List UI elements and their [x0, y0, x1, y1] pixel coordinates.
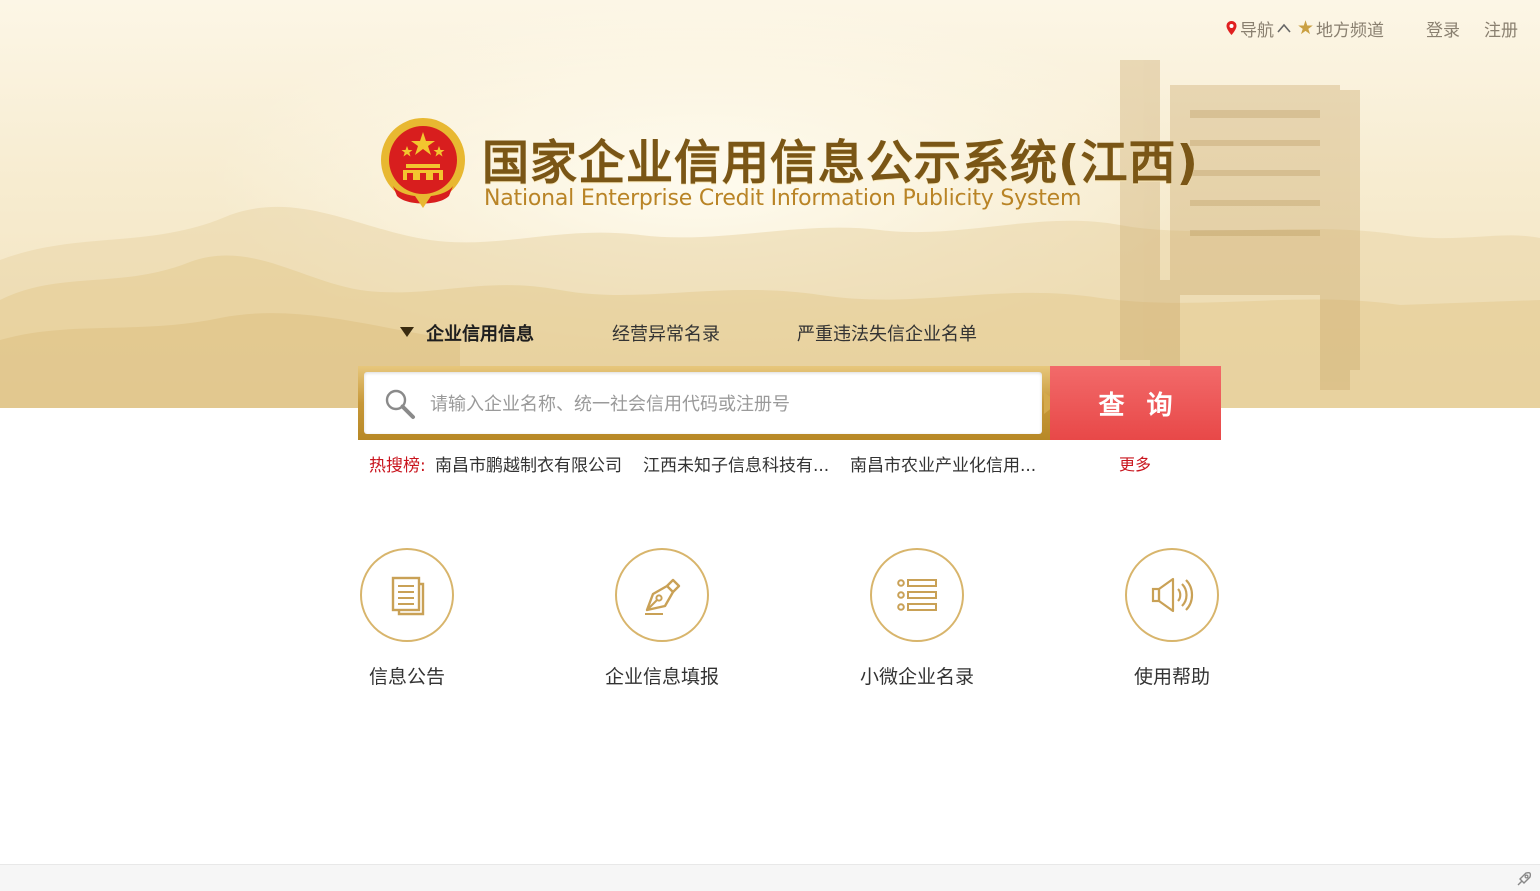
local-channel-link[interactable]: ★ 地方频道	[1297, 16, 1384, 41]
speaker-icon	[1151, 577, 1194, 613]
more-link[interactable]: 更多	[1119, 451, 1151, 475]
hot-search-label: 热搜榜:	[369, 456, 426, 476]
search-field-container	[364, 372, 1042, 434]
quick-link-label: 使用帮助	[1133, 666, 1210, 688]
register-label: 注册	[1484, 20, 1518, 41]
top-navigation: 导航 ★ 地方频道 登录 注册	[1220, 14, 1518, 42]
search-input[interactable]	[428, 383, 1032, 425]
location-pin-icon	[1226, 21, 1237, 35]
hot-search-item[interactable]: 南昌市农业产业化信用...	[850, 451, 1036, 476]
tab-label: 经营异常名录	[612, 324, 720, 345]
chevron-up-icon	[1277, 23, 1291, 33]
rocket-icon[interactable]	[1514, 869, 1534, 889]
quick-link-circle	[360, 548, 454, 642]
tab-abnormal-list[interactable]: 经营异常名录	[612, 320, 720, 346]
register-link[interactable]: 注册	[1484, 16, 1518, 41]
site-subtitle: National Enterprise Credit Information P…	[484, 186, 1082, 211]
local-channel-label: 地方频道	[1316, 20, 1384, 41]
hot-search-item[interactable]: 江西未知子信息科技有...	[643, 451, 829, 476]
national-emblem-icon	[381, 118, 465, 208]
quick-link-label: 信息公告	[368, 666, 445, 688]
quick-link-small-enterprises[interactable]: 小微企业名录	[840, 548, 994, 689]
tab-label: 严重违法失信企业名单	[797, 324, 977, 345]
triangle-down-icon	[400, 327, 414, 337]
quick-link-label: 小微企业名录	[859, 666, 974, 688]
tab-blacklist[interactable]: 严重违法失信企业名单	[797, 320, 977, 346]
login-label: 登录	[1426, 20, 1460, 41]
quick-link-label: 企业信息填报	[604, 666, 719, 688]
pen-nib-icon	[645, 578, 681, 615]
star-icon: ★	[1296, 17, 1314, 39]
quick-link-help[interactable]: 使用帮助	[1105, 548, 1239, 689]
login-link[interactable]: 登录	[1426, 16, 1460, 41]
hot-search-bar: 热搜榜: 南昌市鹏越制衣有限公司 江西未知子信息科技有... 南昌市农业产业化信…	[369, 451, 1151, 476]
search-box	[358, 366, 1050, 440]
quick-link-report[interactable]: 企业信息填报	[585, 548, 739, 689]
tab-label: 企业信用信息	[426, 324, 534, 345]
search-button[interactable]: 查询	[1050, 366, 1221, 440]
hot-search-item[interactable]: 南昌市鹏越制衣有限公司	[435, 451, 622, 476]
footer-bar	[0, 864, 1540, 891]
nav-menu-toggle[interactable]: 导航	[1226, 16, 1291, 41]
nav-label: 导航	[1239, 20, 1274, 41]
search-icon	[385, 389, 415, 419]
quick-link-circle	[870, 548, 964, 642]
quick-link-circle	[1125, 548, 1219, 642]
tab-credit-info[interactable]: 企业信用信息	[400, 320, 534, 346]
page: 导航 ★ 地方频道 登录 注册 国家企业信用信息公示系统(江西) Nationa…	[0, 0, 1540, 891]
list-icon	[897, 579, 937, 611]
site-title: 国家企业信用信息公示系统(江西)	[482, 136, 1199, 191]
quick-link-circle	[615, 548, 709, 642]
quick-link-announcements[interactable]: 信息公告	[340, 548, 474, 689]
document-icon	[391, 576, 425, 616]
